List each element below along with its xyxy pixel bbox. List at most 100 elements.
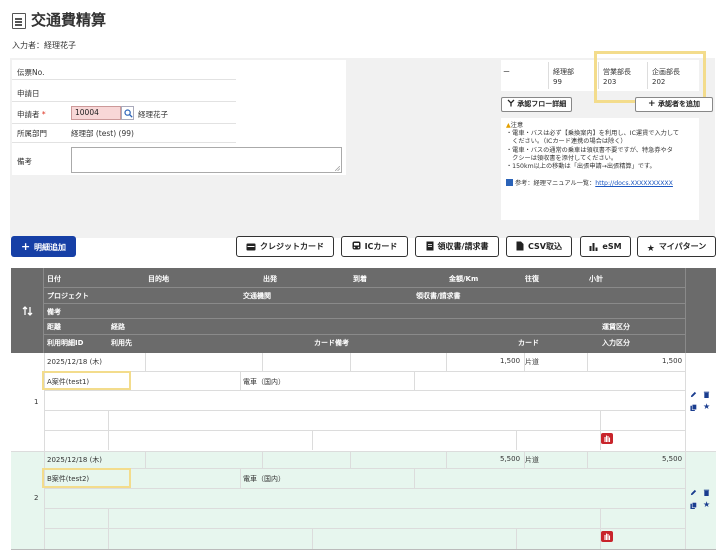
applicant-search-button[interactable]	[121, 106, 134, 120]
row-subtotal: 5,500	[662, 455, 683, 463]
hand-icon[interactable]	[601, 433, 613, 444]
header-arrival: 到着	[353, 275, 367, 283]
divider	[600, 410, 601, 450]
row-amount[interactable]: 5,500	[500, 455, 520, 463]
row-subtotal: 1,500	[662, 357, 683, 365]
divider	[12, 142, 236, 143]
my-pattern-button[interactable]: ★ マイパターン	[637, 236, 716, 257]
file-icon	[516, 241, 524, 251]
copy-icon[interactable]	[690, 404, 697, 411]
notes-label: 備考	[17, 157, 32, 166]
divider	[44, 353, 45, 451]
notes-textarea[interactable]	[71, 147, 342, 173]
apply-date-label: 申請日	[17, 89, 40, 98]
divider	[350, 353, 351, 371]
search-icon	[124, 109, 133, 118]
header-date: 日付	[47, 275, 61, 283]
dept-value: 経理部 (test) (99)	[71, 129, 134, 138]
approval-flow-detail-label: 承認フロー詳細	[517, 100, 567, 108]
receipt-button[interactable]: 領収書/請求書	[415, 236, 499, 257]
divider	[44, 468, 685, 469]
header-subtotal: 小計	[589, 275, 603, 283]
star-icon: ★	[646, 244, 655, 254]
header-fare-type: 運賃区分	[602, 323, 630, 331]
divider	[262, 451, 263, 468]
notice-reference: 参考：経理マニュアル一覧：http://docs.XXXXXXXXXX	[506, 179, 694, 188]
trash-icon[interactable]	[703, 489, 710, 496]
applicant-name: 経理花子	[138, 110, 168, 119]
edit-icon[interactable]	[690, 489, 697, 496]
divider	[600, 508, 601, 549]
highlight-box	[594, 51, 706, 103]
header-card-notes: カード備考	[314, 339, 349, 347]
header-card: カード	[518, 339, 539, 347]
add-detail-button[interactable]: + 明細追加	[11, 236, 76, 257]
row-transport[interactable]: 電車（国内）	[243, 377, 285, 387]
required-mark: *	[41, 110, 46, 119]
divider	[108, 410, 109, 450]
edit-icon[interactable]	[690, 391, 697, 398]
manual-link[interactable]: http://docs.XXXXXXXXXX	[595, 180, 673, 187]
approval-step-code: 99	[553, 78, 562, 86]
applicant-code-input[interactable]: 10004	[71, 106, 121, 120]
divider	[414, 468, 415, 488]
dept-label: 所属部門	[17, 129, 47, 138]
row-trip-type[interactable]: 片道	[525, 455, 539, 465]
divider	[12, 79, 236, 80]
train-icon	[352, 241, 361, 250]
bar-chart-icon	[589, 243, 598, 251]
reference-label: 参考：経理マニュアル一覧：	[515, 180, 596, 188]
approval-step: ー	[503, 67, 510, 77]
copy-icon[interactable]	[690, 502, 697, 509]
credit-card-label: クレジットカード	[260, 242, 324, 251]
expense-form-icon	[12, 13, 26, 29]
divider	[44, 488, 685, 489]
divider	[44, 528, 685, 529]
sort-icon[interactable]	[22, 306, 33, 316]
row-transport[interactable]: 電車（国内）	[243, 474, 285, 484]
actions-column-header	[685, 268, 716, 353]
divider	[446, 451, 447, 468]
ic-card-button[interactable]: ICカード	[341, 236, 408, 257]
divider	[240, 371, 241, 390]
add-approver-button[interactable]: + 承認者を追加	[635, 97, 713, 112]
applicant-label: 申請者 *	[17, 109, 46, 120]
divider	[12, 101, 236, 102]
plus-icon: +	[648, 99, 656, 109]
notice-line: ください。（ICカード連携の場合は除く）	[506, 138, 627, 146]
divider	[587, 451, 588, 468]
divider	[12, 123, 236, 124]
trash-icon[interactable]	[703, 391, 710, 398]
row-date[interactable]: 2025/12/18 (木)	[47, 455, 102, 465]
approval-step-title: ー	[503, 68, 510, 76]
approval-flow-detail-button[interactable]: 承認フロー詳細	[501, 97, 572, 112]
header-departure: 出発	[263, 275, 277, 283]
row-trip-type[interactable]: 片道	[525, 357, 539, 367]
divider	[145, 451, 146, 468]
divider	[516, 430, 517, 450]
receipt-icon	[426, 241, 434, 251]
divider	[516, 528, 517, 549]
notice-heading: ▲注意	[506, 122, 694, 130]
ic-card-label: ICカード	[364, 242, 398, 251]
resize-handle-icon[interactable]	[335, 166, 340, 171]
add-detail-label: 明細追加	[34, 243, 67, 252]
divider	[44, 371, 685, 372]
row-date[interactable]: 2025/12/18 (木)	[47, 357, 102, 367]
esm-button[interactable]: eSM	[580, 236, 631, 257]
row-amount[interactable]: 1,500	[500, 357, 520, 365]
divider	[44, 303, 685, 304]
divider	[44, 334, 685, 335]
header-usage-detail-id: 利用明細ID	[47, 339, 84, 347]
notice-heading-text: 注意	[510, 122, 524, 129]
credit-card-button[interactable]: クレジットカード	[236, 236, 334, 257]
divider	[240, 468, 241, 488]
approval-step: 経理部 99	[553, 67, 574, 87]
header-round-trip: 往復	[525, 275, 539, 283]
divider	[44, 390, 685, 391]
csv-import-button[interactable]: CSV取込	[506, 236, 572, 257]
header-project: プロジェクト	[47, 292, 89, 300]
hand-icon[interactable]	[601, 531, 613, 542]
star-icon[interactable]: ★	[703, 402, 710, 411]
star-icon[interactable]: ★	[703, 500, 710, 509]
